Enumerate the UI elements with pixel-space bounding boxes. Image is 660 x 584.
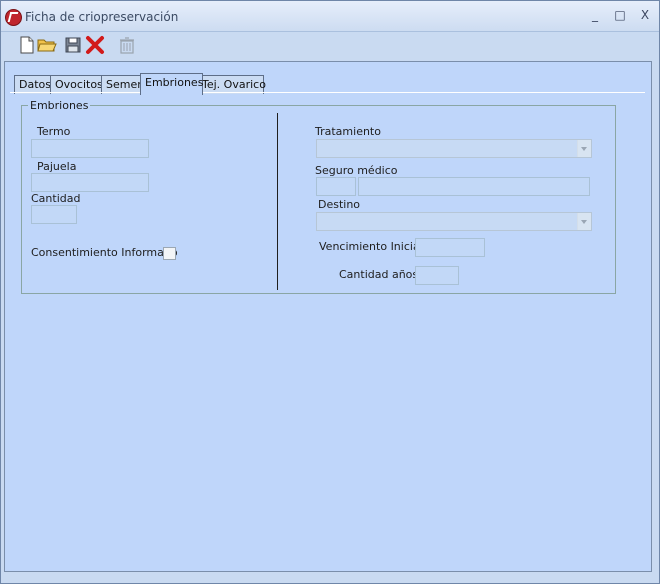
- group-title: Embriones: [28, 99, 91, 112]
- window-title: Ficha de criopreservación: [25, 10, 179, 24]
- destino-select[interactable]: [316, 212, 592, 231]
- consentimiento-checkbox[interactable]: [163, 247, 176, 260]
- seguro-label: Seguro médico: [315, 164, 398, 177]
- termo-label: Termo: [37, 125, 71, 138]
- consentimiento-label: Consentimiento Informado: [31, 246, 178, 259]
- minimize-button[interactable]: _: [587, 7, 603, 23]
- vencimiento-label: Vencimiento Inicial: [319, 240, 423, 253]
- cantidad-anos-label: Cantidad años: [339, 268, 419, 281]
- tratamiento-label: Tratamiento: [315, 125, 381, 138]
- pajuela-label: Pajuela: [37, 160, 77, 173]
- criopreservation-window: Ficha de criopreservación _ □ X Datos Ov…: [0, 0, 660, 584]
- cantidad-label: Cantidad: [31, 192, 81, 205]
- toolbar: [1, 32, 659, 58]
- chevron-down-icon[interactable]: [577, 213, 591, 230]
- delete-x-icon[interactable]: [85, 35, 105, 55]
- new-document-icon[interactable]: [17, 35, 37, 55]
- tab-embriones[interactable]: Embriones: [140, 73, 203, 95]
- save-icon[interactable]: [63, 35, 83, 55]
- close-button[interactable]: X: [637, 7, 653, 23]
- trash-icon: [117, 35, 137, 55]
- seguro-code-field[interactable]: [316, 177, 356, 196]
- column-divider: [277, 113, 278, 290]
- destino-label: Destino: [318, 198, 361, 211]
- app-logo-icon: [5, 9, 22, 26]
- seguro-name-field[interactable]: [358, 177, 590, 196]
- embriones-group: Embriones Termo Pajuela Cantidad Consent…: [21, 99, 616, 294]
- title-bar: Ficha de criopreservación _ □ X: [1, 1, 659, 32]
- chevron-down-icon[interactable]: [577, 140, 591, 157]
- tab-panel-embriones: Embriones Termo Pajuela Cantidad Consent…: [10, 92, 645, 566]
- pajuela-field[interactable]: [31, 173, 149, 192]
- tratamiento-select[interactable]: [316, 139, 592, 158]
- termo-field[interactable]: [31, 139, 149, 158]
- maximize-button[interactable]: □: [612, 7, 628, 23]
- cantidad-field[interactable]: [31, 205, 77, 224]
- cantidad-anos-field[interactable]: [415, 266, 459, 285]
- vencimiento-field[interactable]: [415, 238, 485, 257]
- open-folder-icon[interactable]: [37, 35, 57, 55]
- main-content: Datos Ovocitos Semen Embriones Tej. Ovar…: [4, 61, 652, 572]
